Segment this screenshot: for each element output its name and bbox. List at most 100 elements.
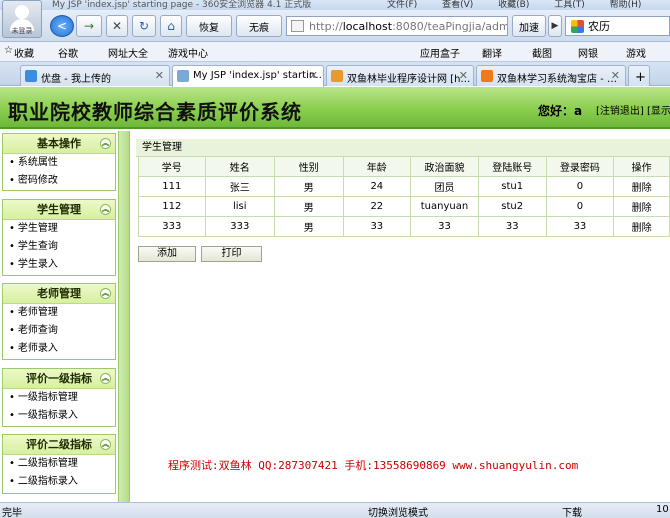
logout-link[interactable]: [注销退出] [显示主 <box>596 102 670 117</box>
tab-taobao-shop[interactable]: 双鱼林学习系统淘宝店 - … ✕ <box>476 65 626 86</box>
back-button[interactable]: < <box>50 15 74 37</box>
reload-button[interactable]: ↻ <box>132 15 156 37</box>
cell-account: stu2 <box>477 196 547 217</box>
section-title: 学生管理 <box>136 139 670 157</box>
fav-favorites[interactable]: 收藏 <box>14 45 34 60</box>
status-bar: 完毕 切换浏览模式 下载 10 <box>0 502 670 518</box>
cell-student-id: 112 <box>138 196 206 217</box>
sidebar-item-level1-add[interactable]: 一级指标录入 <box>3 407 115 425</box>
table-row: 111 张三 男 24 团员 stu1 0 删除 <box>138 176 670 197</box>
sidebar-item-change-password[interactable]: 密码修改 <box>3 172 115 190</box>
restore-button[interactable]: 恢复 <box>186 15 232 37</box>
web-page: 职业院校教师综合素质评价系统 您好：a [注销退出] [显示主 基本操作︽ 系统… <box>0 87 670 502</box>
menu-tools[interactable]: 工具(T) <box>554 0 585 10</box>
collapse-icon[interactable]: ︽ <box>100 138 111 149</box>
collapse-icon[interactable]: ︽ <box>100 439 111 450</box>
tab-strip: 优盘 - 我上传的 ✕ My JSP 'index.jsp' startin… … <box>0 62 670 87</box>
sidebar-splitter[interactable] <box>118 131 130 502</box>
collapse-icon[interactable]: ︽ <box>100 373 111 384</box>
collapse-icon[interactable]: ︽ <box>100 288 111 299</box>
home-icon: ⌂ <box>167 19 175 33</box>
sidebar-item-system-settings[interactable]: 系统属性 <box>3 154 115 172</box>
menu-group-header[interactable]: 评价二级指标 ︽ <box>3 435 115 455</box>
forward-button[interactable]: → <box>76 15 102 37</box>
menu-group-basic: 基本操作︽ 系统属性 密码修改 <box>2 133 116 191</box>
sidebar-item-teacher-manage[interactable]: 老师管理 <box>3 304 115 322</box>
sidebar: 基本操作︽ 系统属性 密码修改 学生管理︽ 学生管理 学生查询 学生录入 老师管… <box>0 131 118 502</box>
sidebar-item-student-query[interactable]: 学生查询 <box>3 238 115 256</box>
stop-button[interactable]: ✕ <box>106 15 128 37</box>
print-button[interactable]: 打印 <box>201 246 262 262</box>
cell-password: 33 <box>545 216 615 237</box>
sidebar-item-level1-manage[interactable]: 一级指标管理 <box>3 389 115 407</box>
fav-bank[interactable]: 网银 <box>578 45 598 60</box>
system-title: 职业院校教师综合素质评价系统 <box>8 100 302 124</box>
cell-name: lisi <box>204 196 276 217</box>
browser-toolbar: < → ✕ ↻ ⌂ 恢复 无痕 http://localhost:8080/te… <box>0 10 670 42</box>
cell-name: 张三 <box>204 176 276 197</box>
sidebar-item-student-add[interactable]: 学生录入 <box>3 256 115 274</box>
close-tab-icon[interactable]: ✕ <box>309 69 318 82</box>
search-input[interactable]: 农历 <box>565 16 670 36</box>
user-avatar[interactable]: 未登录 <box>2 0 42 38</box>
page-icon <box>291 20 304 32</box>
sidebar-item-teacher-query[interactable]: 老师查询 <box>3 322 115 340</box>
fav-nav[interactable]: 网址大全 <box>108 45 148 60</box>
sidebar-item-student-manage[interactable]: 学生管理 <box>3 220 115 238</box>
menu-group-header[interactable]: 评价一级指标 ︽ <box>3 369 115 389</box>
student-table: 学号 姓名 性别 年龄 政治面貌 登陆账号 登录密码 操作 111 张三 男 2… <box>138 156 670 237</box>
cell-gender: 男 <box>274 196 344 217</box>
download-button[interactable]: 下载 <box>562 504 582 518</box>
tab-jsp-page[interactable]: My JSP 'index.jsp' startin… ✕ <box>172 65 324 87</box>
incognito-button[interactable]: 无痕 <box>236 15 282 37</box>
home-button[interactable]: ⌂ <box>160 15 182 37</box>
sidebar-item-level2-add[interactable]: 二级指标录入 <box>3 473 115 491</box>
cell-password: 0 <box>545 196 615 217</box>
fav-translate[interactable]: 翻译 <box>482 45 502 60</box>
favorites-star-icon: ☆ <box>4 45 13 56</box>
close-tab-icon[interactable]: ✕ <box>459 69 468 82</box>
delete-link[interactable]: 删除 <box>613 196 670 217</box>
cell-age: 33 <box>342 216 412 237</box>
menu-group-header[interactable]: 基本操作 ︽ <box>3 134 115 154</box>
col-gender: 性别 <box>274 156 344 177</box>
fav-google[interactable]: 谷歌 <box>58 45 78 60</box>
fav-screenshot[interactable]: 截图 <box>532 45 552 60</box>
cell-name: 333 <box>204 216 276 237</box>
tab-cloud-drive[interactable]: 优盘 - 我上传的 ✕ <box>20 65 170 86</box>
add-button[interactable]: 添加 <box>138 246 196 262</box>
menu-help[interactable]: 帮助(H) <box>610 0 642 10</box>
delete-link[interactable]: 删除 <box>613 216 670 237</box>
sidebar-item-teacher-add[interactable]: 老师录入 <box>3 340 115 358</box>
delete-link[interactable]: 删除 <box>613 176 670 197</box>
play-icon: ▶ <box>551 21 559 31</box>
close-tab-icon[interactable]: ✕ <box>155 69 164 82</box>
cell-account: stu1 <box>477 176 547 197</box>
menu-view[interactable]: 查看(V) <box>442 0 473 10</box>
new-tab-button[interactable]: + <box>628 65 650 86</box>
address-bar[interactable]: http://localhost:8080/teaPingjia/admin <box>286 16 508 36</box>
status-text: 完毕 <box>2 508 22 518</box>
menu-group-level2: 评价二级指标︽ 二级指标管理 二级指标录入 <box>2 434 116 494</box>
close-tab-icon[interactable]: ✕ <box>611 69 620 82</box>
fav-games-center[interactable]: 游戏中心 <box>168 45 208 60</box>
fav-app-box[interactable]: 应用盒子 <box>420 45 460 60</box>
site-header: 职业院校教师综合素质评价系统 您好：a [注销退出] [显示主 <box>0 87 670 129</box>
switch-mode-button[interactable]: 切换浏览模式 <box>368 504 428 518</box>
plus-icon: + <box>635 70 646 85</box>
cloud-icon <box>25 70 37 82</box>
menu-group-header[interactable]: 学生管理 ︽ <box>3 200 115 220</box>
collapse-icon[interactable]: ︽ <box>100 204 111 215</box>
tab-shuangyulin[interactable]: 双鱼林毕业程序设计网 [h… ✕ <box>326 65 474 86</box>
menu-group-header[interactable]: 老师管理 ︽ <box>3 284 115 304</box>
close-icon: ✕ <box>111 19 123 33</box>
go-button[interactable]: ▶ <box>548 15 562 37</box>
sidebar-item-level2-manage[interactable]: 二级指标管理 <box>3 455 115 473</box>
window-title: My JSP 'index.jsp' starting page - 360安全… <box>52 0 312 10</box>
cell-password: 0 <box>545 176 615 197</box>
fav-games[interactable]: 游戏 <box>626 45 646 60</box>
menu-favorites[interactable]: 收藏(B) <box>498 0 529 10</box>
menu-file[interactable]: 文件(F) <box>387 0 417 10</box>
accelerate-button[interactable]: 加速 <box>512 15 546 37</box>
zoom-level[interactable]: 10 <box>656 504 669 515</box>
